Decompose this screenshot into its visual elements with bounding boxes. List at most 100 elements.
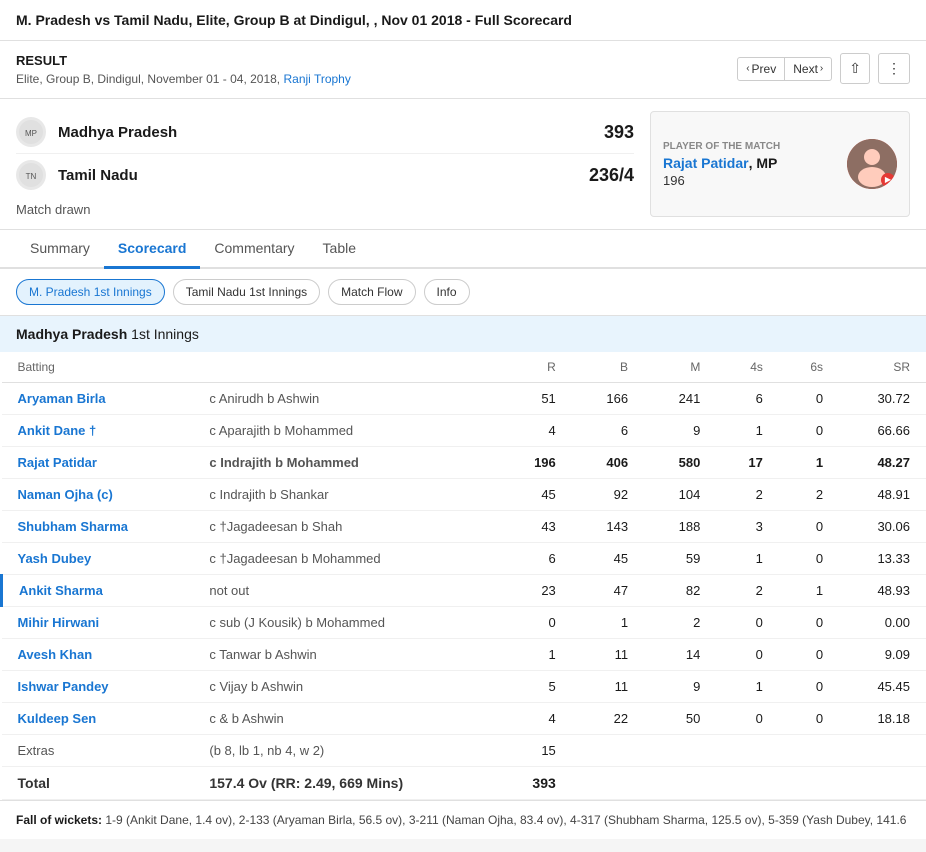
strike-rate: 48.93: [839, 575, 926, 607]
ranji-trophy-link[interactable]: Ranji Trophy: [283, 72, 350, 86]
tab-summary[interactable]: Summary: [16, 230, 104, 269]
result-actions: ‹ Prev Next › ⇧ ⋮: [737, 53, 910, 84]
minutes: 59: [644, 543, 716, 575]
balls: 11: [572, 639, 644, 671]
strike-rate: 30.06: [839, 511, 926, 543]
pom-label: PLAYER OF THE MATCH: [663, 141, 835, 152]
result-label: RESULT: [16, 53, 351, 68]
fours: 0: [716, 703, 779, 735]
sixes: 1: [779, 575, 839, 607]
sixes: 1: [779, 447, 839, 479]
extras-val: 15: [497, 735, 572, 767]
table-row: Avesh Khan c Tanwar b Ashwin 1 11 14 0 0…: [2, 639, 926, 671]
batsman-name[interactable]: Avesh Khan: [2, 639, 194, 671]
table-row: Ankit Dane † c Aparajith b Mohammed 4 6 …: [2, 415, 926, 447]
dismissal: c Vijay b Ashwin: [193, 671, 497, 703]
col-r: R: [497, 352, 572, 383]
team-score-mp: 393: [604, 122, 634, 143]
batsman-name[interactable]: Shubham Sharma: [2, 511, 194, 543]
svg-text:MP: MP: [25, 129, 37, 138]
col-batting: Batting: [2, 352, 194, 383]
fours: 3: [716, 511, 779, 543]
teams-section: MP Madhya Pradesh 393 TN Tamil Nadu 236/…: [0, 99, 926, 230]
minutes: 50: [644, 703, 716, 735]
batsman-name[interactable]: Aryaman Birla: [2, 383, 194, 415]
fours: 2: [716, 575, 779, 607]
sixes: 0: [779, 703, 839, 735]
batsman-name[interactable]: Rajat Patidar: [2, 447, 194, 479]
batsman-name[interactable]: Naman Ojha (c): [2, 479, 194, 511]
fours: 0: [716, 607, 779, 639]
dismissal: c Indrajith b Mohammed: [193, 447, 497, 479]
strike-rate: 48.91: [839, 479, 926, 511]
balls: 45: [572, 543, 644, 575]
strike-rate: 45.45: [839, 671, 926, 703]
match-result: Match drawn: [16, 202, 634, 217]
innings-tab-info[interactable]: Info: [424, 279, 470, 305]
svg-text:TN: TN: [26, 172, 37, 181]
table-row: Rajat Patidar c Indrajith b Mohammed 196…: [2, 447, 926, 479]
tab-scorecard[interactable]: Scorecard: [104, 230, 200, 269]
dismissal: c Tanwar b Ashwin: [193, 639, 497, 671]
result-left: RESULT Elite, Group B, Dindigul, Novembe…: [16, 53, 351, 86]
col-4s: 4s: [716, 352, 779, 383]
strike-rate: 9.09: [839, 639, 926, 671]
tab-commentary[interactable]: Commentary: [200, 230, 308, 269]
tabs: Summary Scorecard Commentary Table: [0, 230, 926, 269]
table-row: Ishwar Pandey c Vijay b Ashwin 5 11 9 1 …: [2, 671, 926, 703]
batsman-name[interactable]: Ankit Dane †: [2, 415, 194, 447]
player-of-match-card: PLAYER OF THE MATCH Rajat Patidar, MP 19…: [650, 111, 910, 217]
dismissal: c Anirudh b Ashwin: [193, 383, 497, 415]
sixes: 0: [779, 543, 839, 575]
innings-tab-mp1[interactable]: M. Pradesh 1st Innings: [16, 279, 165, 305]
more-button[interactable]: ⋮: [878, 53, 910, 84]
result-section: RESULT Elite, Group B, Dindigul, Novembe…: [0, 41, 926, 99]
batsman-name[interactable]: Kuldeep Sen: [2, 703, 194, 735]
fours: 17: [716, 447, 779, 479]
pom-info: PLAYER OF THE MATCH Rajat Patidar, MP 19…: [663, 141, 835, 188]
batsman-name[interactable]: Ankit Sharma: [2, 575, 194, 607]
batting-tbody: Aryaman Birla c Anirudh b Ashwin 51 166 …: [2, 383, 926, 735]
dismissal: c sub (J Kousik) b Mohammed: [193, 607, 497, 639]
minutes: 9: [644, 415, 716, 447]
dismissal: not out: [193, 575, 497, 607]
balls: 22: [572, 703, 644, 735]
runs: 4: [497, 703, 572, 735]
minutes: 14: [644, 639, 716, 671]
innings-title: Madhya Pradesh 1st Innings: [0, 316, 926, 352]
minutes: 188: [644, 511, 716, 543]
batting-table: Batting R B M 4s 6s SR Aryaman Birla c A…: [0, 352, 926, 800]
strike-rate: 0.00: [839, 607, 926, 639]
runs: 4: [497, 415, 572, 447]
total-label: Total: [2, 767, 194, 800]
share-button[interactable]: ⇧: [840, 53, 870, 84]
batsman-name[interactable]: Yash Dubey: [2, 543, 194, 575]
result-sub: Elite, Group B, Dindigul, November 01 - …: [16, 72, 351, 86]
batsman-name[interactable]: Ishwar Pandey: [2, 671, 194, 703]
sixes: 0: [779, 383, 839, 415]
batsman-name[interactable]: Mihir Hirwani: [2, 607, 194, 639]
balls: 166: [572, 383, 644, 415]
sixes: 0: [779, 607, 839, 639]
dismissal: c Aparajith b Mohammed: [193, 415, 497, 447]
innings-tab-tn1[interactable]: Tamil Nadu 1st Innings: [173, 279, 320, 305]
sixes: 0: [779, 671, 839, 703]
team-row-tn: TN Tamil Nadu 236/4: [16, 154, 634, 196]
next-button[interactable]: Next ›: [785, 58, 831, 80]
minutes: 2: [644, 607, 716, 639]
tab-table[interactable]: Table: [309, 230, 370, 269]
prev-button[interactable]: ‹ Prev: [738, 58, 785, 80]
chevron-right-icon: ›: [820, 63, 823, 74]
runs: 5: [497, 671, 572, 703]
runs: 51: [497, 383, 572, 415]
innings-tabs: M. Pradesh 1st Innings Tamil Nadu 1st In…: [0, 269, 926, 316]
innings-section: Madhya Pradesh 1st Innings Batting R B M…: [0, 316, 926, 839]
pom-name: Rajat Patidar, MP: [663, 155, 835, 171]
innings-tab-matchflow[interactable]: Match Flow: [328, 279, 415, 305]
fall-of-wickets: Fall of wickets: 1-9 (Ankit Dane, 1.4 ov…: [0, 800, 926, 839]
sixes: 0: [779, 511, 839, 543]
sixes: 0: [779, 639, 839, 671]
extras-row: Extras (b 8, lb 1, nb 4, w 2) 15: [2, 735, 926, 767]
team-score-tn: 236/4: [589, 165, 634, 186]
page-title: M. Pradesh vs Tamil Nadu, Elite, Group B…: [0, 0, 926, 41]
